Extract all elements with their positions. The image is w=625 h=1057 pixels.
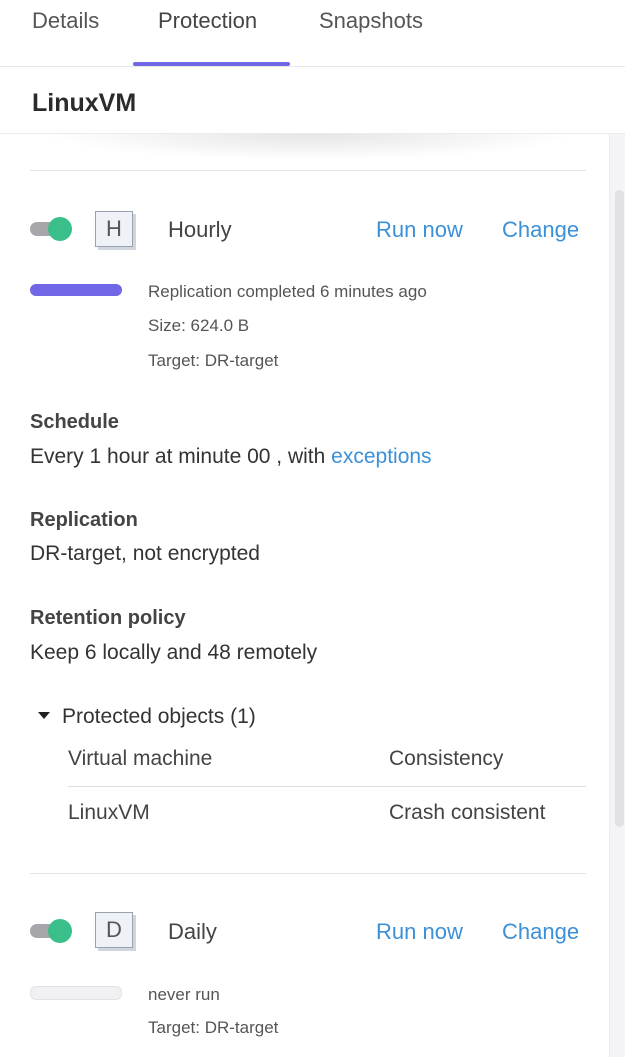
retention-label: Retention policy: [30, 607, 186, 629]
hourly-run-now-button[interactable]: Run now: [376, 217, 463, 243]
caret-down-icon: [38, 711, 50, 719]
row-vm-name: LinuxVM: [68, 801, 150, 824]
daily-status-text: never run: [148, 985, 220, 1004]
tab-snapshots[interactable]: Snapshots: [319, 8, 423, 34]
hourly-status-text: Replication completed 6 minutes ago: [148, 282, 427, 301]
row-consistency: Crash consistent: [389, 801, 546, 824]
daily-progress-bar: [30, 986, 122, 1000]
schedule-label: Schedule: [30, 411, 119, 433]
daily-enable-toggle[interactable]: [30, 918, 76, 944]
replication-text: DR-target, not encrypted: [30, 542, 260, 565]
divider: [30, 170, 586, 171]
hourly-change-button[interactable]: Change: [502, 217, 579, 243]
panel-header: LinuxVM: [0, 67, 625, 134]
table-header-divider: [68, 786, 586, 787]
protected-objects-title: Protected objects (1): [62, 705, 256, 728]
schedule-text: Every 1 hour at minute 00 , with excepti…: [30, 445, 432, 469]
divider: [30, 873, 586, 874]
header-shadow: [40, 134, 580, 160]
replication-label: Replication: [30, 509, 138, 531]
column-header-consistency: Consistency: [389, 747, 504, 770]
daily-change-button[interactable]: Change: [502, 919, 579, 945]
hourly-size-text: Size: 624.0 B: [148, 316, 250, 335]
tab-protection[interactable]: Protection: [158, 8, 257, 34]
column-header-virtual-machine: Virtual machine: [68, 747, 213, 770]
toggle-knob: [48, 919, 72, 943]
schedule-description: Every 1 hour at minute 00 , with: [30, 445, 332, 468]
schedule-name-hourly: Hourly: [168, 217, 232, 242]
hourly-badge-icon: H: [95, 211, 133, 247]
daily-run-now-button[interactable]: Run now: [376, 919, 463, 945]
retention-text: Keep 6 locally and 48 remotely: [30, 641, 318, 664]
hourly-enable-toggle[interactable]: [30, 216, 76, 242]
toggle-knob: [48, 217, 72, 241]
tab-bar: Details Protection Snapshots: [0, 0, 625, 67]
protected-objects-expander[interactable]: Protected objects (1): [38, 705, 256, 729]
tab-details[interactable]: Details: [32, 8, 99, 34]
exceptions-link[interactable]: exceptions: [331, 445, 431, 468]
daily-target-text: Target: DR-target: [148, 1018, 279, 1037]
active-tab-indicator: [133, 62, 290, 66]
hourly-target-text: Target: DR-target: [148, 351, 279, 370]
scrollbar-thumb[interactable]: [615, 190, 624, 827]
daily-badge-icon: D: [95, 912, 133, 948]
hourly-progress-bar: [30, 284, 122, 296]
page-title: LinuxVM: [32, 89, 137, 117]
schedule-name-daily: Daily: [168, 919, 217, 944]
